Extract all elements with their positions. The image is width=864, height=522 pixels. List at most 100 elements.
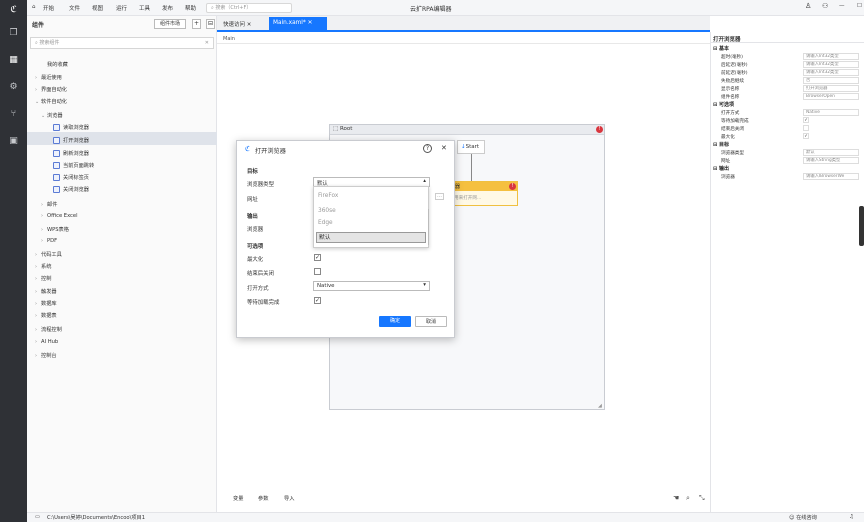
tree-item[interactable]: › 代码工具: [35, 251, 62, 258]
package-icon[interactable]: ▣: [8, 136, 19, 147]
property-value[interactable]: 请输入IBrowserWe: [803, 173, 859, 180]
tree-item[interactable]: › 系统: [35, 263, 51, 270]
menu-view[interactable]: 视图: [92, 4, 103, 12]
property-key: 组件名称: [721, 95, 740, 100]
tree-item[interactable]: 读取浏览器: [47, 124, 89, 131]
property-value[interactable]: ✓: [803, 133, 809, 139]
files-icon[interactable]: ❐: [8, 28, 19, 39]
tree-item[interactable]: › Office Excel: [41, 213, 78, 219]
menu-start[interactable]: 开始: [43, 4, 54, 12]
zoom-icon[interactable]: ⌕: [686, 494, 690, 503]
fit-screen-icon[interactable]: ⤡: [699, 494, 705, 503]
property-value[interactable]: 请输入Int32类型: [803, 61, 859, 68]
imports-tab[interactable]: 导入: [284, 495, 294, 502]
tree-item[interactable]: 关闭标签页: [47, 174, 89, 181]
tree-item[interactable]: ⌄ 浏览器: [41, 112, 63, 119]
user-icon-2[interactable]: ♙: [805, 2, 811, 10]
option-firefox[interactable]: FireFox: [316, 191, 426, 202]
property-value[interactable]: 请输入Int32类型: [803, 53, 859, 60]
tree-item[interactable]: › 流程控制: [35, 326, 62, 333]
option-default[interactable]: 默认: [316, 232, 426, 243]
property-section-header[interactable]: ⊟ 可选项: [713, 101, 734, 108]
tree-item[interactable]: 当前页面跳转: [47, 162, 94, 169]
menu-run[interactable]: 运行: [116, 4, 127, 12]
user-icon[interactable]: ⚇: [822, 2, 828, 10]
tree-item[interactable]: › 控制: [35, 275, 51, 282]
property-key: 打开方式: [721, 111, 740, 116]
status-bar: ▭ C:\Users\吴婷\Documents\Encoo\项目1 ☺ 在线咨询…: [27, 512, 864, 522]
menu-file[interactable]: 文件: [69, 4, 80, 12]
ok-button[interactable]: 确定: [379, 316, 411, 327]
open-mode-select[interactable]: Native ▾: [313, 281, 430, 291]
clear-icon[interactable]: ✕: [205, 38, 209, 48]
global-search-input[interactable]: ⌕ 搜索（Ctrl+F）: [206, 3, 292, 13]
close-icon[interactable]: ✕: [308, 20, 313, 26]
cancel-button[interactable]: 取消: [415, 316, 447, 327]
online-help-link[interactable]: ☺ 在线咨询: [789, 514, 817, 521]
tree-item[interactable]: › 邮件: [41, 201, 57, 208]
hand-pan-icon[interactable]: ☚: [673, 494, 679, 502]
tree-item[interactable]: › WPS表格: [41, 226, 69, 233]
wait-checkbox[interactable]: ✓: [314, 297, 321, 304]
tree-item[interactable]: › AI Hub: [35, 339, 58, 345]
tree-item[interactable]: 打开浏览器: [47, 137, 89, 144]
notification-icon[interactable]: ♫: [849, 514, 854, 520]
maximize-checkbox[interactable]: ✓: [314, 254, 321, 261]
tree-item[interactable]: › 数据表: [35, 312, 57, 319]
scrollbar[interactable]: [428, 209, 429, 245]
start-node[interactable]: ↓Start: [457, 140, 485, 154]
add-icon[interactable]: +: [192, 19, 201, 29]
component-market-button[interactable]: 组件市场: [154, 19, 186, 29]
home-icon[interactable]: ⌂: [32, 4, 36, 10]
property-value[interactable]: ✓: [803, 117, 809, 123]
menu-publish[interactable]: 发布: [162, 4, 173, 12]
resize-handle-icon[interactable]: ◢: [598, 403, 602, 409]
tree-item[interactable]: 关闭浏览器: [47, 186, 89, 193]
tree-item[interactable]: 我的收藏: [41, 61, 68, 68]
component-search-input[interactable]: ⌕ 搜索组件 ✕: [30, 37, 214, 49]
open-browser-node[interactable]: 器 ! 用来打开网...: [448, 181, 518, 206]
close-icon[interactable]: ✕: [247, 22, 252, 28]
collapse-icon[interactable]: ⊟: [206, 19, 215, 29]
tree-item[interactable]: › PDF: [41, 238, 57, 244]
menu-tools[interactable]: 工具: [139, 4, 150, 12]
minimize-icon[interactable]: —: [839, 3, 845, 9]
tree-item-label: 打开浏览器: [63, 138, 89, 144]
property-value[interactable]: 请输入Int32类型: [803, 69, 859, 76]
tree-item[interactable]: › 最近使用: [35, 74, 62, 81]
tree-item[interactable]: › 控制台: [35, 352, 57, 359]
tree-item[interactable]: ⌄ 软件自动化: [35, 98, 67, 105]
close-after-checkbox[interactable]: [314, 268, 321, 275]
property-value[interactable]: BrowserOpen: [803, 93, 859, 100]
close-dialog-icon[interactable]: ✕: [441, 144, 447, 152]
git-branch-icon[interactable]: ⑂: [8, 109, 19, 120]
property-value[interactable]: 打开浏览器: [803, 85, 859, 92]
document-tabs: 快速访问 ✕ Main.xaml* ✕: [217, 16, 710, 32]
property-value[interactable]: Native: [803, 109, 859, 116]
property-key: 显示名称: [721, 87, 740, 92]
scrollbar-thumb[interactable]: [859, 206, 864, 246]
tree-item[interactable]: › 界面自动化: [35, 86, 67, 93]
tree-item[interactable]: › 触发器: [35, 288, 57, 295]
property-section-header[interactable]: ⊟ 基本: [713, 45, 729, 52]
tab-quick-access[interactable]: 快速访问 ✕: [223, 20, 251, 28]
tab-main-xaml[interactable]: Main.xaml* ✕: [269, 17, 327, 31]
bug-icon[interactable]: ⚙: [8, 82, 19, 93]
property-value[interactable]: [803, 125, 809, 131]
property-value[interactable]: 否: [803, 77, 859, 84]
arguments-tab[interactable]: 参数: [258, 495, 268, 502]
menu-help[interactable]: 帮助: [185, 4, 196, 12]
option-edge[interactable]: Edge: [316, 218, 426, 229]
components-icon[interactable]: ▦: [8, 55, 19, 66]
variables-tab[interactable]: 变量: [233, 495, 243, 502]
option-360se[interactable]: 360se: [316, 206, 426, 217]
property-value[interactable]: 请输入String类型: [803, 157, 859, 164]
more-button[interactable]: …: [435, 193, 444, 200]
tree-item[interactable]: 刷新浏览器: [47, 150, 89, 157]
property-section-header[interactable]: ⊟ 输出: [713, 165, 729, 172]
property-value[interactable]: 默认: [803, 149, 859, 156]
help-icon[interactable]: ?: [423, 144, 432, 153]
maximize-icon[interactable]: ☐: [857, 3, 862, 9]
property-section-header[interactable]: ⊟ 目标: [713, 141, 729, 148]
tree-item[interactable]: › 数据库: [35, 300, 57, 307]
